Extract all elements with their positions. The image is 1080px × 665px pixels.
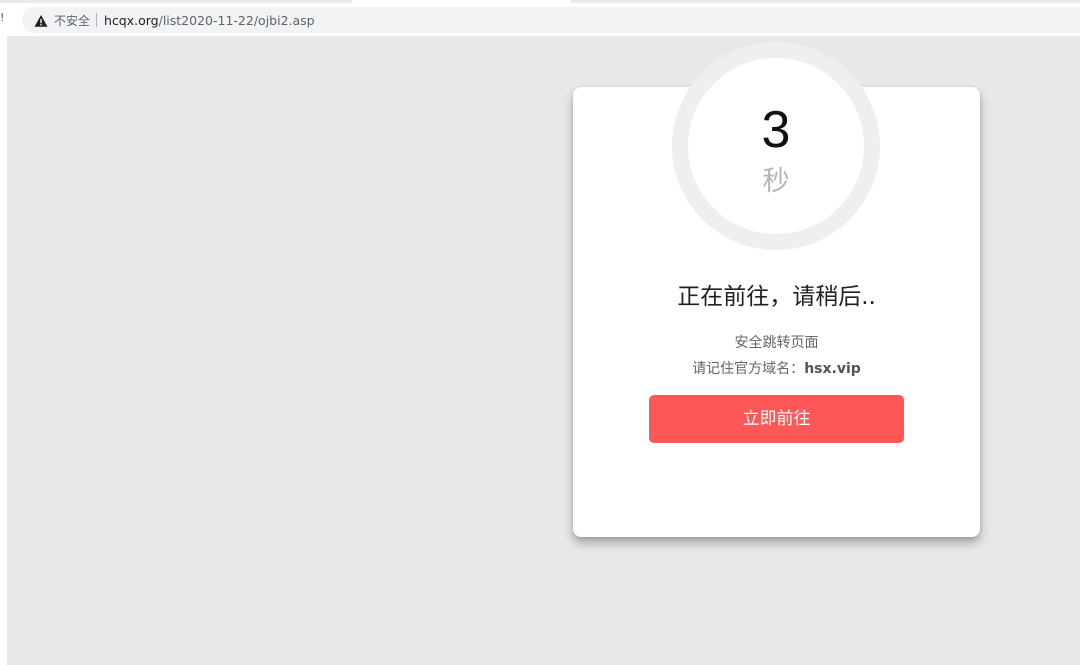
url-host: hcqx.org: [104, 12, 159, 28]
warning-icon[interactable]: [34, 13, 48, 27]
tab-inactive-edge: [571, 0, 1080, 3]
edge-glyph: !: [0, 11, 5, 24]
url-text[interactable]: hcqx.org/list2020-11-22/ojbi2.asp: [104, 13, 315, 28]
domain-prefix: 请记住官方域名：: [692, 361, 805, 377]
tab-strip: [0, 0, 1080, 7]
safe-redirect-notice: 安全跳转页面: [734, 335, 819, 351]
address-bar[interactable]: 不安全 hcqx.org/list2020-11-22/ojbi2.asp: [22, 7, 1080, 33]
official-domain: hsx.vip: [804, 361, 861, 377]
url-separator: [96, 13, 98, 27]
url-path: /list2020-11-22/ojbi2.asp: [158, 12, 315, 28]
go-now-button[interactable]: 立即前往: [649, 395, 904, 443]
tab-active-edge: [0, 0, 352, 3]
redirect-headline: 正在前往，请稍后..: [677, 284, 876, 310]
security-label[interactable]: 不安全: [54, 12, 90, 29]
countdown-unit: 秒: [762, 166, 790, 197]
domain-notice: 请记住官方域名：hsx.vip: [573, 359, 980, 379]
countdown-number: 3: [761, 101, 791, 159]
